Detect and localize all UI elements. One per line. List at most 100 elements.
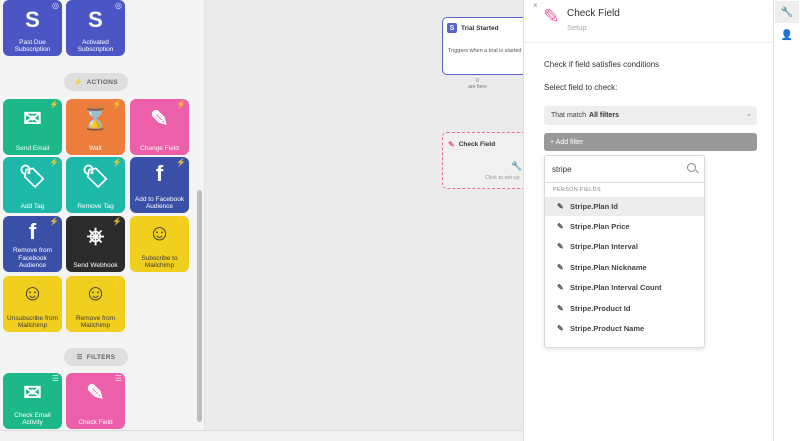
count-caption: are here <box>468 84 487 90</box>
palette-tile-send-email[interactable]: ⚡ ✉ Send Email <box>3 99 62 155</box>
tile-label: Send Email <box>15 144 50 152</box>
tile-label: Add to Facebook Audience <box>134 195 185 210</box>
tile-label: Remove Tag <box>77 202 114 210</box>
pencil-icon: ✎ <box>557 304 564 313</box>
panel-subtitle: Setup <box>567 23 587 32</box>
field-option-stripe-product-id[interactable]: ✎ Stripe.Product Id <box>545 299 704 318</box>
field-option-label: Stripe.Plan Id <box>570 202 618 211</box>
palette-tile-change-field[interactable]: ⚡ ✎ Change Field <box>130 99 189 155</box>
envelope-icon: ✉ <box>23 380 42 405</box>
facebook-icon: f <box>28 219 37 244</box>
palette-tile-check-field[interactable]: ☰ ✎ Check Field <box>66 373 125 429</box>
add-filter-label: + Add filter <box>550 138 584 146</box>
pencil-icon: ✎ <box>557 283 564 292</box>
palette-tile-subscribe-to-mailchimp[interactable]: ⚡ ☺ Subscribe to Mailchimp <box>130 216 189 272</box>
add-filter-button[interactable]: + Add filter <box>544 133 757 151</box>
tile-label: Check Email Activity <box>14 411 51 426</box>
palette-tile-remove-tag[interactable]: ⚡ 🏷 Remove Tag <box>66 157 125 213</box>
match-mode-select[interactable]: That match All filters ⌄ <box>544 106 757 125</box>
envelope-icon: ✉ <box>23 106 42 131</box>
pencil-icon: ✎ <box>150 106 169 131</box>
palette-tile-activated-subscription[interactable]: ◎ S Activated Subscription <box>66 0 125 56</box>
field-search <box>545 156 704 183</box>
pencil-icon: ✎ <box>448 140 455 149</box>
node-palette: ◎ S Past Due Subscription ◎ S Activated … <box>0 0 205 441</box>
field-option-stripe-product-name[interactable]: ✎ Stripe.Product Name <box>545 319 704 338</box>
field-option-label: Stripe.Product Id <box>570 304 631 313</box>
workflow-canvas[interactable]: S Trial Started Triggers when a trial is… <box>205 0 532 441</box>
node-count: 0 are here <box>465 78 490 90</box>
trial-started-node[interactable]: S Trial Started Triggers when a trial is… <box>442 17 532 75</box>
select-field-prompt: Select field to check: <box>544 83 618 92</box>
setup-hint: Click to set up <box>485 175 520 181</box>
stripe-icon: S <box>25 7 40 32</box>
palette-tile-add-to-facebook-audience[interactable]: ⚡ f Add to Facebook Audience <box>130 157 189 213</box>
palette-tile-wait[interactable]: ⚡ ⌛ Wait <box>66 99 125 155</box>
node-title: Trial Started <box>461 24 499 32</box>
webhook-icon: ⎈ <box>86 223 105 248</box>
field-option-label: Stripe.Plan Nickname <box>570 263 647 272</box>
field-option-label: Stripe.Product Name <box>570 324 645 333</box>
palette-tile-check-email-activity[interactable]: ☰ ✉ Check Email Activity <box>3 373 62 429</box>
field-option-stripe-plan-interval[interactable]: ✎ Stripe.Plan Interval <box>545 237 704 256</box>
field-option-label: Stripe.Plan Interval <box>570 242 638 251</box>
pencil-icon: ✎ <box>557 222 564 231</box>
field-option-stripe-plan-id[interactable]: ✎ Stripe.Plan Id <box>545 197 704 216</box>
panel-title: Check Field <box>567 8 620 19</box>
tag-icon: 🏷 <box>18 164 47 189</box>
palette-scrollbar[interactable] <box>197 190 202 422</box>
palette-tile-unsubscribe-from-mailchimp[interactable]: ⚡ ☺ Unsubscribe from Mailchimp <box>3 276 62 332</box>
tile-label: Unsubscribe from Mailchimp <box>7 314 58 329</box>
pencil-icon: ✎ <box>543 6 560 28</box>
check-field-panel: × ✎ Check Field Setup Check if field sat… <box>523 0 773 441</box>
palette-tile-past-due-subscription[interactable]: ◎ S Past Due Subscription <box>3 0 62 56</box>
wrench-icon: 🔧 <box>780 6 794 18</box>
mailchimp-icon: ☺ <box>148 220 171 245</box>
pencil-icon: ✎ <box>557 242 564 251</box>
field-option-stripe-plan-nickname[interactable]: ✎ Stripe.Plan Nickname <box>545 258 704 277</box>
settings-tab-button[interactable]: 🔧 <box>775 1 799 23</box>
pencil-icon: ✎ <box>557 263 564 272</box>
palette-tile-remove-from-mailchimp[interactable]: ⚡ ☺ Remove from Mailchimp <box>66 276 125 332</box>
field-option-stripe-plan-interval-count[interactable]: ✎ Stripe.Plan Interval Count <box>545 278 704 297</box>
close-icon[interactable]: × <box>533 1 538 10</box>
divider <box>524 42 773 43</box>
field-option-stripe-plan-price[interactable]: ✎ Stripe.Plan Price <box>545 217 704 236</box>
match-prefix: That match <box>551 112 587 119</box>
field-option-label: Stripe.Plan Interval Count <box>570 283 662 292</box>
tile-label: Check Field <box>78 418 113 426</box>
tile-label: Activated Subscription <box>77 38 114 53</box>
check-field-node[interactable]: ✎ Check Field 🔧 Click to set up <box>442 132 532 189</box>
pencil-icon: ✎ <box>557 202 564 211</box>
node-title: Check Field <box>458 141 496 148</box>
panel-description: Check if field satisfies conditions <box>544 60 660 69</box>
dropdown-group-label: PERSON FIELDS <box>553 187 601 193</box>
field-search-input[interactable] <box>552 162 677 176</box>
match-value: All filters <box>589 112 619 119</box>
tile-label: Change Field <box>140 144 179 152</box>
node-header: ✎ Check Field <box>448 140 495 149</box>
palette-tile-add-tag[interactable]: ⚡ 🏷 Add Tag <box>3 157 62 213</box>
right-rail: 🔧 👤 <box>773 0 800 441</box>
field-dropdown: PERSON FIELDS ✎ Stripe.Plan Id ✎ Stripe.… <box>544 155 705 348</box>
hourglass-icon: ⌛ <box>81 106 110 131</box>
bolt-icon: ⚡ <box>74 79 83 86</box>
tile-label: Past Due Subscription <box>14 38 51 53</box>
actions-section-header: ⚡ ACTIONS <box>64 73 128 91</box>
tile-label: Send Webhook <box>73 261 118 269</box>
person-tab-button[interactable]: 👤 <box>775 24 799 46</box>
mailchimp-icon: ☺ <box>84 280 107 305</box>
wrench-icon: 🔧 <box>511 161 523 171</box>
search-icon[interactable] <box>687 163 696 172</box>
palette-tile-send-webhook[interactable]: ⚡ ⎈ Send Webhook <box>66 216 125 272</box>
pencil-icon: ✎ <box>557 324 564 333</box>
tag-icon: 🏷 <box>81 164 110 189</box>
pencil-icon: ✎ <box>86 380 105 405</box>
tile-label: Remove from Mailchimp <box>75 314 115 329</box>
tile-label: Wait <box>89 144 102 152</box>
palette-tile-remove-from-facebook-audience[interactable]: ⚡ f Remove from Facebook Audience <box>3 216 62 272</box>
filters-section-header: ☰ FILTERS <box>64 348 128 366</box>
stripe-icon: S <box>88 7 103 32</box>
facebook-icon: f <box>155 161 164 186</box>
person-icon: 👤 <box>780 29 794 41</box>
